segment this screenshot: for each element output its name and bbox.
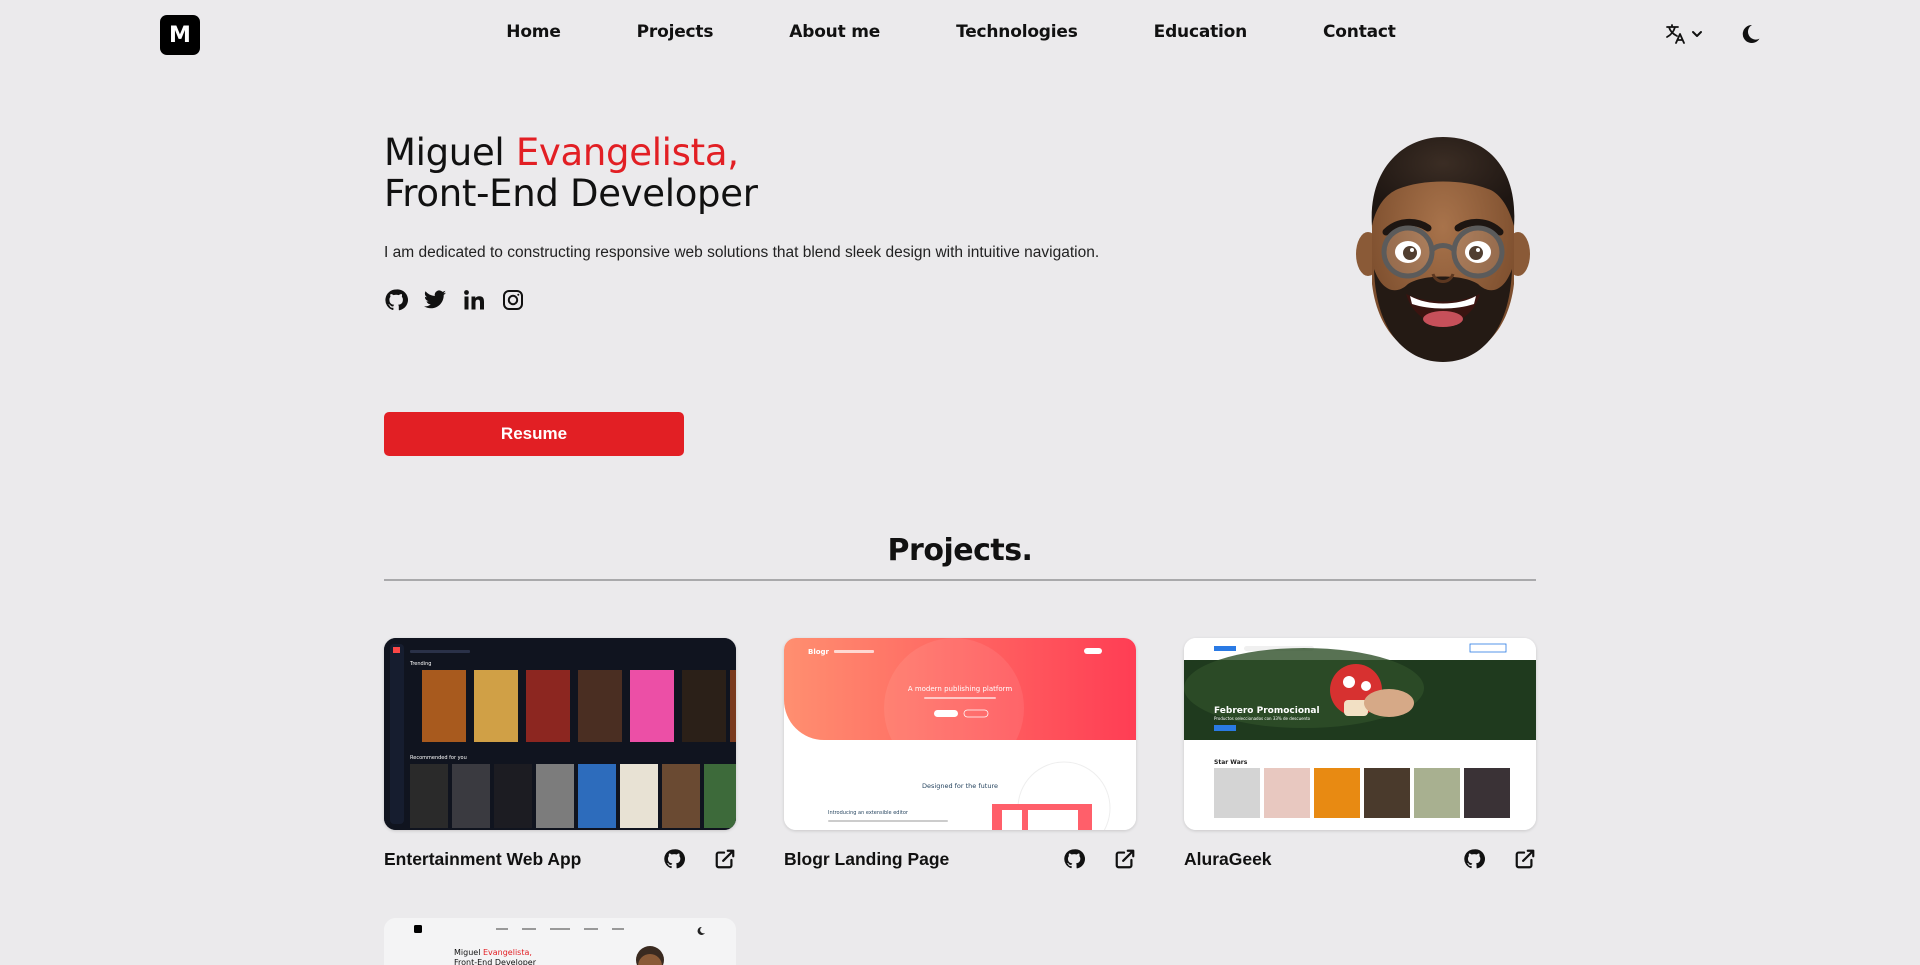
project-preview-portfolio[interactable]: Miguel Evangelista, Front-End Developer: [384, 918, 736, 965]
preview-row-1-label: Trending: [409, 661, 431, 667]
hero-first-name: Miguel: [384, 131, 516, 174]
linkedin-icon[interactable]: [462, 288, 486, 312]
project-title-aluraeek: AluraGeek: [1184, 849, 1272, 869]
preview-section: Introducing an extensible editor: [828, 810, 909, 816]
svg-text:Miguel Evangelista,: Miguel Evangelista,: [454, 948, 532, 957]
project-title-entertainment: Entertainment Web App: [384, 849, 582, 869]
preview-banner-title: Febrero Promocional: [1214, 706, 1320, 716]
github-icon[interactable]: [1063, 848, 1085, 870]
resume-button[interactable]: Resume: [384, 412, 684, 456]
portfolio-preview-image: Miguel Evangelista, Front-End Developer: [384, 918, 736, 965]
blogr-preview-image: Blogr A modern publishing platform Desig…: [784, 638, 1136, 830]
section-divider: [384, 579, 1536, 581]
preview-role: Front-End Developer: [454, 958, 537, 965]
preview-first-name: Miguel: [454, 948, 483, 957]
twitter-icon[interactable]: [423, 288, 447, 312]
nav-education[interactable]: Education: [1154, 22, 1248, 42]
nav-contact[interactable]: Contact: [1323, 22, 1396, 42]
project-preview-blogr[interactable]: Blogr A modern publishing platform Desig…: [784, 638, 1136, 830]
site-logo[interactable]: M: [160, 15, 200, 55]
nav-projects[interactable]: Projects: [637, 22, 714, 42]
preview-banner-subtitle: Productos seleccionados con 33% de descu…: [1214, 716, 1311, 721]
nav-home[interactable]: Home: [506, 22, 561, 42]
hero-heading: Miguel Evangelista, Front-End Developer: [384, 132, 758, 214]
projects-heading: Projects.: [887, 533, 1033, 568]
language-switcher[interactable]: [1664, 22, 1704, 46]
github-icon[interactable]: [384, 288, 408, 312]
avatar: [1356, 137, 1530, 362]
external-link-icon[interactable]: [1514, 848, 1536, 870]
social-links: [384, 288, 525, 312]
preview-section-title: Star Wars: [1214, 759, 1248, 766]
preview-brand: Blogr: [808, 648, 830, 656]
hero-description: I am dedicated to constructing responsiv…: [384, 244, 1100, 261]
nav-about[interactable]: About me: [789, 22, 880, 42]
hero-last-name: Evangelista,: [515, 131, 739, 174]
preview-subhead: Designed for the future: [922, 782, 998, 790]
theme-toggle[interactable]: [1741, 23, 1761, 50]
main-nav: Home Projects About me Technologies Educ…: [0, 22, 1920, 42]
nav-technologies[interactable]: Technologies: [956, 22, 1078, 42]
moon-icon: [1742, 24, 1760, 43]
instagram-icon[interactable]: [501, 288, 525, 312]
entertainment-preview-image: Trending Recommended for you: [384, 638, 736, 830]
hero-role: Front-End Developer: [384, 172, 758, 215]
aluraeek-preview-image: Febrero Promocional Productos selecciona…: [1184, 638, 1536, 830]
translate-icon: [1666, 24, 1685, 44]
external-link-icon[interactable]: [714, 848, 736, 870]
chevron-down-icon: [1692, 31, 1702, 37]
external-link-icon[interactable]: [1114, 848, 1136, 870]
github-icon[interactable]: [1463, 848, 1485, 870]
project-preview-aluraeek[interactable]: Febrero Promocional Productos selecciona…: [1184, 638, 1536, 830]
github-icon[interactable]: [663, 848, 685, 870]
project-title-blogr: Blogr Landing Page: [784, 849, 950, 869]
project-preview-entertainment[interactable]: Trending Recommended for you: [384, 638, 736, 830]
preview-row-2-label: Recommended for you: [410, 755, 467, 761]
preview-last-name: Evangelista,: [483, 948, 532, 957]
preview-headline: A modern publishing platform: [908, 685, 1013, 693]
